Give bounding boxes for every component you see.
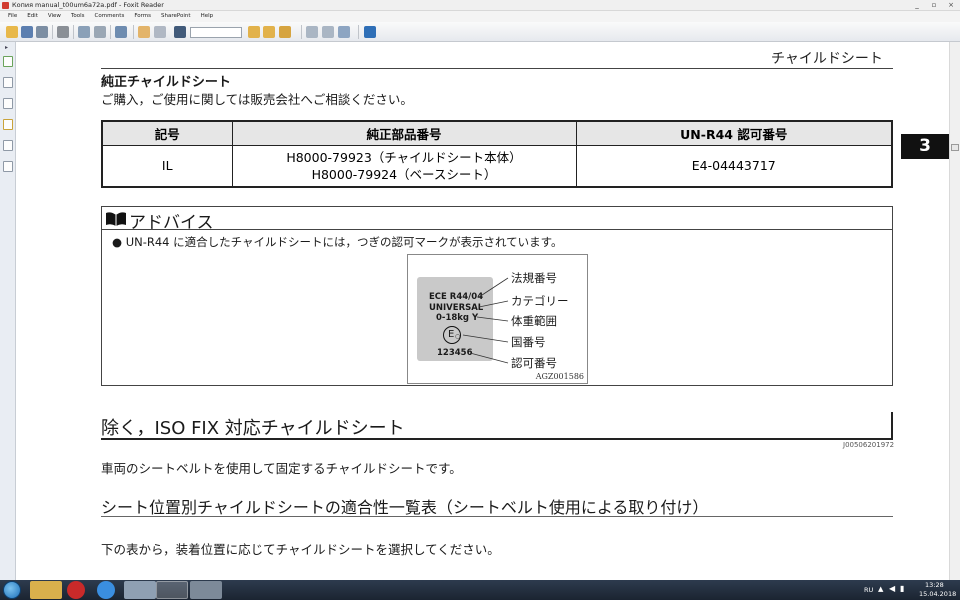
menu-file[interactable]: File — [8, 11, 17, 22]
search-input[interactable] — [190, 27, 242, 38]
label-approval-number: 認可番号 — [511, 356, 557, 370]
hand-tool-icon[interactable] — [138, 26, 150, 38]
part-line-2: H8000-79924（ベースシート） — [311, 166, 497, 182]
menu-edit[interactable]: Edit — [27, 11, 38, 22]
label-country-number: 国番号 — [511, 335, 546, 349]
window-title: Копия manual_t00um6a72a.pdf - Foxit Read… — [12, 1, 164, 9]
scrollbar-thumb[interactable] — [951, 144, 959, 151]
start-button[interactable] — [3, 581, 21, 599]
advice-title: アドバイス — [129, 213, 214, 233]
parts-table: 記号 純正部品番号 UN-R44 認可番号 IL H8000-79923（チャイ… — [101, 120, 893, 188]
table-header-code: 記号 — [101, 120, 233, 146]
clock-date[interactable]: 15.04.2018 — [919, 590, 956, 598]
page-view-icon[interactable] — [115, 26, 127, 38]
menu-sharepoint[interactable]: SharePoint — [161, 11, 191, 22]
advice-book-icon — [106, 212, 126, 226]
paragraph-seatbelt: 車両のシートベルトを使用して固定するチャイルドシートです。 — [101, 461, 462, 476]
highlight-icon[interactable] — [279, 26, 291, 38]
minimize-button[interactable]: _ — [910, 0, 924, 10]
advice-header: アドバイス — [102, 207, 892, 233]
paragraph-select: 下の表から，装着位置に応じてチャイルドシートを選択してください。 — [101, 542, 500, 557]
scan-icon[interactable] — [94, 26, 106, 38]
find-next-icon[interactable] — [263, 26, 275, 38]
tool-taskbar-icon[interactable] — [190, 581, 222, 599]
opera-taskbar-icon[interactable] — [67, 581, 85, 599]
pages-panel-icon[interactable] — [3, 77, 13, 88]
chapter-tab: 3 — [901, 134, 949, 159]
fit-width-icon[interactable] — [322, 26, 334, 38]
heading-iso-fix: 除く，ISO FIX 対応チャイルドシート — [101, 418, 405, 439]
find-previous-icon[interactable] — [248, 26, 260, 38]
select-text-icon[interactable] — [154, 26, 166, 38]
label-weight-range: 体重範囲 — [511, 314, 557, 328]
windows-taskbar: RU ▲ ◀ ▮ 13:28 15.04.2018 — [0, 580, 960, 600]
menu-view[interactable]: View — [48, 11, 61, 22]
foxit-app-icon — [2, 2, 9, 9]
layers-panel-icon[interactable] — [3, 98, 13, 109]
bookmarks-panel-icon[interactable] — [3, 56, 13, 67]
collapse-panel-icon[interactable]: ▸ — [5, 44, 8, 51]
cell-code: IL — [101, 144, 233, 188]
document-view[interactable]: チャイルドシート 純正チャイルドシート ご購入，ご使用に関しては販売会社へご相談… — [17, 42, 949, 580]
heading-code: J00506201972 — [843, 441, 895, 449]
tray-expand-icon[interactable]: ▲ — [878, 585, 883, 593]
table-header-part: 純正部品番号 — [231, 120, 577, 146]
menu-comments[interactable]: Comments — [95, 11, 125, 22]
menu-help[interactable]: Help — [201, 11, 214, 22]
comments-panel-icon[interactable] — [3, 119, 13, 130]
cell-approval: E4-04443717 — [575, 144, 893, 188]
heading-side-bar — [891, 412, 893, 440]
menu-tools[interactable]: Tools — [71, 11, 85, 22]
heading-compatibility-table: シート位置別チャイルドシートの適合性一覧表（シートベルト使用による取り付け） — [101, 498, 709, 517]
app-taskbar-icon[interactable] — [124, 581, 156, 599]
cell-part: H8000-79923（チャイルドシート本体） H8000-79924（ベースシ… — [231, 144, 577, 188]
heading-divider — [101, 438, 893, 440]
advice-bullet-text: ● UN-R44 に適合したチャイルドシートには，つぎの認可マークが表示されてい… — [112, 235, 563, 249]
foxit-taskbar-icon[interactable] — [156, 581, 188, 599]
subheading-divider — [101, 516, 893, 517]
label-regulation-number: 法規番号 — [511, 271, 557, 285]
language-indicator[interactable]: RU — [864, 586, 873, 594]
table-header-approval: UN-R44 認可番号 — [575, 120, 893, 146]
menu-forms[interactable]: Forms — [134, 11, 151, 22]
close-button[interactable]: × — [944, 0, 958, 10]
approval-mark-figure: ECE R44/04 UNIVERSAL 0-18kg Y E ○ 123456… — [407, 254, 588, 384]
foxit-logo-icon[interactable] — [364, 26, 376, 38]
part-line-1: H8000-79923（チャイルドシート本体） — [286, 149, 522, 165]
rotate-icon[interactable] — [338, 26, 350, 38]
network-icon[interactable]: ▮ — [900, 584, 904, 593]
table-row: IL H8000-79923（チャイルドシート本体） H8000-79924（ベ… — [101, 144, 893, 188]
find-icon[interactable] — [174, 26, 186, 38]
volume-icon[interactable]: ◀ — [889, 584, 895, 593]
table-header-row: 記号 純正部品番号 UN-R44 認可番号 — [101, 120, 893, 146]
section-description: ご購入，ご使用に関しては販売会社へご相談ください。 — [101, 92, 413, 107]
page-header-title: チャイルドシート — [771, 51, 883, 67]
explorer-taskbar-icon[interactable] — [30, 581, 62, 599]
main-toolbar — [0, 22, 960, 42]
header-divider — [101, 68, 893, 69]
pdf-page: チャイルドシート 純正チャイルドシート ご購入，ご使用に関しては販売会社へご相談… — [17, 42, 949, 580]
fit-page-icon[interactable] — [306, 26, 318, 38]
label-category: カテゴリー — [511, 294, 569, 308]
signature-panel-icon[interactable] — [3, 161, 13, 172]
figure-id: AGZ001586 — [535, 372, 584, 381]
ie-taskbar-icon[interactable] — [97, 581, 115, 599]
figure-leader-lines — [462, 277, 509, 364]
section-title: 純正チャイルドシート — [101, 75, 231, 90]
window-titlebar: Копия manual_t00um6a72a.pdf - Foxit Read… — [0, 0, 960, 11]
vertical-scrollbar[interactable] — [949, 42, 960, 580]
save-as-icon[interactable] — [36, 26, 48, 38]
open-folder-icon[interactable] — [6, 26, 18, 38]
clock-time[interactable]: 13:28 — [925, 581, 944, 589]
navigation-panel: ▸ — [0, 42, 16, 580]
save-icon[interactable] — [21, 26, 33, 38]
window-controls: _ ▫ × — [910, 0, 958, 10]
menu-bar: File Edit View Tools Comments Forms Shar… — [0, 11, 960, 22]
attachments-panel-icon[interactable] — [3, 140, 13, 151]
maximize-button[interactable]: ▫ — [927, 0, 941, 10]
email-icon[interactable] — [78, 26, 90, 38]
advice-box: アドバイス ● UN-R44 に適合したチャイルドシートには，つぎの認可マークが… — [101, 206, 893, 386]
print-icon[interactable] — [57, 26, 69, 38]
